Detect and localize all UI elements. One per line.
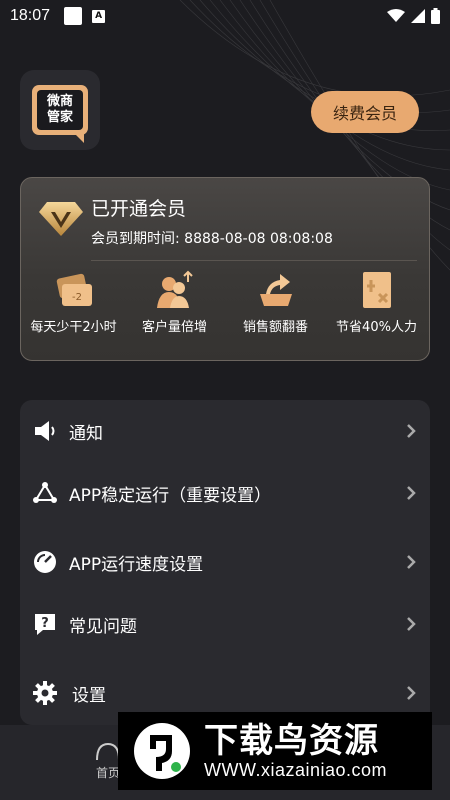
menu-label: APP稳定运行（重要设置） <box>69 485 272 506</box>
faq-icon: ? <box>35 614 55 635</box>
menu-label: 常见问题 <box>69 616 137 637</box>
logo-text-line1: 微商 <box>46 94 73 109</box>
benefits-row: -2 每天少干2小时 客户量倍增 销售额翻番 节省40%人力 <box>21 270 429 335</box>
menu-label: APP运行速度设置 <box>69 554 204 575</box>
menu-item-faq[interactable]: ? 常见问题 <box>20 599 430 649</box>
renew-membership-button[interactable]: 续费会员 <box>311 91 419 133</box>
triangle-nodes-icon <box>33 482 57 503</box>
settings-menu: 通知 APP稳定运行（重要设置） APP运行速度设置 ? 常见问题 设置 <box>20 400 430 725</box>
menu-label: 通知 <box>69 423 103 444</box>
benefit-item: 节省40%人力 <box>327 270 427 335</box>
speaker-icon <box>35 421 55 441</box>
benefit-label: 节省40%人力 <box>336 320 417 335</box>
notification-a-icon: A <box>92 9 106 23</box>
status-icons <box>387 8 440 24</box>
watermark-url: WWW.xiazainiao.com <box>204 759 388 780</box>
cellular-icon <box>411 9 425 23</box>
menu-label: 设置 <box>72 685 106 706</box>
chevron-right-icon <box>407 424 416 438</box>
benefit-label: 销售额翻番 <box>242 320 308 335</box>
divider <box>91 260 417 261</box>
member-expiry-text: 会员到期时间: 8888-08-08 08:08:08 <box>91 231 333 247</box>
benefit-item: -2 每天少干2小时 <box>24 270 124 335</box>
vip-diamond-icon <box>39 202 83 236</box>
menu-item-notification[interactable]: 通知 <box>20 406 430 456</box>
watermark-title: 下载鸟资源 <box>204 720 379 761</box>
status-bar: 18:07 A <box>0 0 450 32</box>
nav-home-label: 首页 <box>95 766 120 780</box>
gear-icon <box>33 681 57 705</box>
ticket-icon: -2 <box>56 273 92 306</box>
battery-icon <box>431 8 440 24</box>
chevron-right-icon <box>407 617 416 631</box>
watermark-logo <box>134 723 190 779</box>
benefit-label: 客户量倍增 <box>141 320 207 335</box>
notification-square-icon <box>64 7 83 25</box>
benefit-label: 每天少干2小时 <box>30 320 117 335</box>
menu-item-speed-settings[interactable]: APP运行速度设置 <box>20 537 430 587</box>
menu-item-app-stability[interactable]: APP稳定运行（重要设置） <box>20 468 430 518</box>
benefit-item: 销售额翻番 <box>226 270 326 335</box>
status-time: 18:07 <box>10 7 51 24</box>
chevron-right-icon <box>407 555 416 569</box>
speedometer-icon <box>34 551 56 573</box>
sales-up-icon <box>259 274 292 306</box>
watermark-overlay: 下载鸟资源 WWW.xiazainiao.com <box>118 712 432 790</box>
manpower-icon <box>362 272 391 308</box>
chevron-right-icon <box>407 686 416 700</box>
app-logo: 微商 管家 <box>20 70 100 150</box>
member-status-title: 已开通会员 <box>91 198 187 220</box>
logo-text-line2: 管家 <box>46 110 73 125</box>
svg-text:?: ? <box>41 616 49 631</box>
menu-item-settings[interactable]: 设置 <box>20 668 430 718</box>
benefit-item: 客户量倍增 <box>125 270 225 335</box>
wifi-icon <box>387 9 405 22</box>
customers-up-icon <box>156 270 193 308</box>
chevron-right-icon <box>407 486 416 500</box>
svg-text:-2: -2 <box>72 292 82 303</box>
member-card: 已开通会员 会员到期时间: 8888-08-08 08:08:08 -2 每天少… <box>20 177 430 361</box>
